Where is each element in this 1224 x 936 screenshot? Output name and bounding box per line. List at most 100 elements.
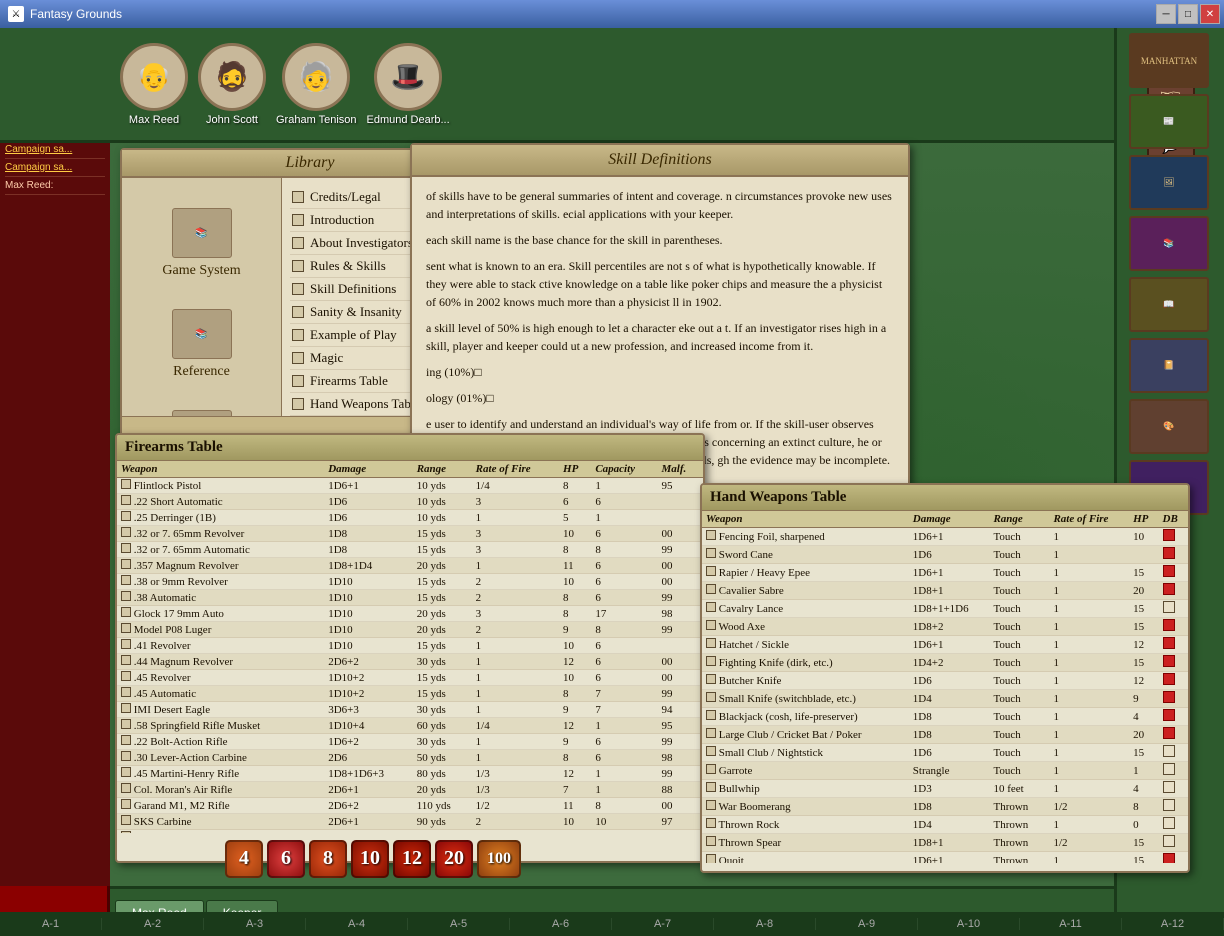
lib-item-checkbox-8[interactable]: [292, 375, 304, 387]
chat-entry-6[interactable]: Campaign sa...: [5, 141, 105, 159]
table-row[interactable]: Small Knife (switchblade, etc.)1D4Touch1…: [702, 690, 1188, 708]
table-row[interactable]: .44 Magnum Revolver2D6+230 yds112600: [117, 654, 703, 670]
firearms-row-checkbox-2[interactable]: [121, 511, 131, 521]
book-item-1[interactable]: 📰: [1129, 94, 1209, 149]
table-row[interactable]: Bullwhip1D310 feet14: [702, 780, 1188, 798]
lib-item-checkbox-6[interactable]: [292, 329, 304, 341]
table-row[interactable]: Garand M1, M2 Rifle2D6+2110 yds1/211800: [117, 798, 703, 814]
book-item-4[interactable]: 📖: [1129, 277, 1209, 332]
firearms-row-checkbox-18[interactable]: [121, 767, 131, 777]
firearms-row-checkbox-17[interactable]: [121, 751, 131, 761]
firearms-scroll[interactable]: WeaponDamageRangeRate of FireHPCapacityM…: [117, 461, 703, 833]
table-row[interactable]: .58 Springfield Rifle Musket1D10+460 yds…: [117, 718, 703, 734]
firearms-row-checkbox-20[interactable]: [121, 799, 131, 809]
hw-row-checkbox-6[interactable]: [706, 638, 716, 648]
table-row[interactable]: .357 Magnum Revolver1D8+1D420 yds111600: [117, 558, 703, 574]
chat-entry-7[interactable]: Campaign sa...: [5, 159, 105, 177]
maximize-button[interactable]: □: [1178, 4, 1198, 24]
die-d20[interactable]: 20: [435, 840, 473, 878]
table-row[interactable]: Quoit1D6+1Thrown115: [702, 852, 1188, 864]
table-row[interactable]: .38 or 9mm Revolver1D1015 yds210600: [117, 574, 703, 590]
firearms-row-checkbox-10[interactable]: [121, 639, 131, 649]
lib-category-1[interactable]: 📚Reference: [132, 309, 271, 380]
portrait-3[interactable]: 🎩Edmund Dearb...: [367, 43, 450, 126]
book-item-0[interactable]: MANHATTAN: [1129, 33, 1209, 88]
portrait-0[interactable]: 👴Max Reed: [120, 43, 188, 126]
firearms-row-checkbox-13[interactable]: [121, 687, 131, 697]
table-row[interactable]: .45 Automatic1D10+215 yds18799: [117, 686, 703, 702]
table-row[interactable]: IMI Desert Eagle3D6+330 yds19794: [117, 702, 703, 718]
table-row[interactable]: .22 Bolt-Action Rifle1D6+230 yds19699: [117, 734, 703, 750]
lib-item-checkbox-9[interactable]: [292, 398, 304, 410]
hw-row-checkbox-11[interactable]: [706, 728, 716, 738]
table-row[interactable]: Col. Moran's Air Rifle2D6+120 yds1/37188: [117, 782, 703, 798]
lib-item-checkbox-4[interactable]: [292, 283, 304, 295]
lib-category-0[interactable]: 📚Game System: [132, 208, 271, 279]
die-d6[interactable]: 6: [267, 840, 305, 878]
table-row[interactable]: Sword Cane1D6Touch1: [702, 546, 1188, 564]
hw-row-checkbox-7[interactable]: [706, 656, 716, 666]
lib-item-checkbox-1[interactable]: [292, 214, 304, 226]
table-row[interactable]: .45 Martini-Henry Rifle1D8+1D6+380 yds1/…: [117, 766, 703, 782]
book-item-5[interactable]: 📔: [1129, 338, 1209, 393]
hw-row-checkbox-8[interactable]: [706, 674, 716, 684]
table-row[interactable]: Small Club / Nightstick1D6Touch115: [702, 744, 1188, 762]
table-row[interactable]: .41 Revolver1D1015 yds1106: [117, 638, 703, 654]
table-row[interactable]: Thrown Spear1D8+1Thrown1/215: [702, 834, 1188, 852]
firearms-row-checkbox-16[interactable]: [121, 735, 131, 745]
firearms-row-checkbox-4[interactable]: [121, 543, 131, 553]
hw-row-checkbox-2[interactable]: [706, 566, 716, 576]
die-d10[interactable]: 10: [351, 840, 389, 878]
firearms-row-checkbox-9[interactable]: [121, 623, 131, 633]
table-row[interactable]: .25 Derringer (1B)1D610 yds151: [117, 510, 703, 526]
hw-row-checkbox-5[interactable]: [706, 620, 716, 630]
table-row[interactable]: Model P08 Luger1D1020 yds29899: [117, 622, 703, 638]
table-row[interactable]: Cavalry Lance1D8+1+1D6Touch115: [702, 600, 1188, 618]
firearms-row-checkbox-7[interactable]: [121, 591, 131, 601]
hw-row-checkbox-3[interactable]: [706, 584, 716, 594]
hw-row-checkbox-18[interactable]: [706, 854, 716, 863]
table-row[interactable]: Cavalier Sabre1D8+1Touch120: [702, 582, 1188, 600]
lib-item-checkbox-3[interactable]: [292, 260, 304, 272]
table-row[interactable]: .30 Lever-Action Carbine2D650 yds18698: [117, 750, 703, 766]
table-row[interactable]: Blackjack (cosh, life-preserver)1D8Touch…: [702, 708, 1188, 726]
firearms-row-checkbox-0[interactable]: [121, 479, 131, 489]
table-row[interactable]: .38 Automatic1D1015 yds28699: [117, 590, 703, 606]
lib-item-checkbox-5[interactable]: [292, 306, 304, 318]
firearms-row-checkbox-5[interactable]: [121, 559, 131, 569]
table-row[interactable]: Fencing Foil, sharpened1D6+1Touch110: [702, 528, 1188, 546]
die-d4[interactable]: 4: [225, 840, 263, 878]
lib-item-checkbox-2[interactable]: [292, 237, 304, 249]
hw-row-checkbox-0[interactable]: [706, 530, 716, 540]
portrait-1[interactable]: 🧔John Scott: [198, 43, 266, 126]
hw-row-checkbox-17[interactable]: [706, 836, 716, 846]
firearms-row-checkbox-22[interactable]: [121, 831, 131, 833]
die-d100[interactable]: 100: [477, 840, 521, 878]
book-item-3[interactable]: 📚: [1129, 216, 1209, 271]
minimize-button[interactable]: ─: [1156, 4, 1176, 24]
firearms-row-checkbox-14[interactable]: [121, 703, 131, 713]
hw-row-checkbox-15[interactable]: [706, 800, 716, 810]
hw-row-checkbox-12[interactable]: [706, 746, 716, 756]
firearms-row-checkbox-11[interactable]: [121, 655, 131, 665]
table-row[interactable]: Fighting Knife (dirk, etc.)1D4+2Touch115: [702, 654, 1188, 672]
table-row[interactable]: .303 Lee-Enfield2D6+4110 yds1/2121000: [117, 830, 703, 834]
close-button[interactable]: ✕: [1200, 4, 1220, 24]
table-row[interactable]: .22 Short Automatic1D610 yds366: [117, 494, 703, 510]
table-row[interactable]: .45 Revolver1D10+215 yds110600: [117, 670, 703, 686]
table-row[interactable]: .32 or 7. 65mm Revolver1D815 yds310600: [117, 526, 703, 542]
table-row[interactable]: Large Club / Cricket Bat / Poker1D8Touch…: [702, 726, 1188, 744]
portrait-2[interactable]: 🧓Graham Tenison: [276, 43, 357, 126]
lib-item-checkbox-7[interactable]: [292, 352, 304, 364]
hw-row-checkbox-9[interactable]: [706, 692, 716, 702]
table-row[interactable]: Thrown Rock1D4Thrown10: [702, 816, 1188, 834]
firearms-row-checkbox-12[interactable]: [121, 671, 131, 681]
table-row[interactable]: Flintlock Pistol1D6+110 yds1/48195: [117, 478, 703, 494]
table-row[interactable]: Wood Axe1D8+2Touch115: [702, 618, 1188, 636]
book-item-2[interactable]: 🖼: [1129, 155, 1209, 210]
hw-row-checkbox-14[interactable]: [706, 782, 716, 792]
chat-entry-8[interactable]: Max Reed:: [5, 177, 105, 195]
hw-row-checkbox-13[interactable]: [706, 764, 716, 774]
table-row[interactable]: Butcher Knife1D6Touch112: [702, 672, 1188, 690]
firearms-row-checkbox-8[interactable]: [121, 607, 131, 617]
